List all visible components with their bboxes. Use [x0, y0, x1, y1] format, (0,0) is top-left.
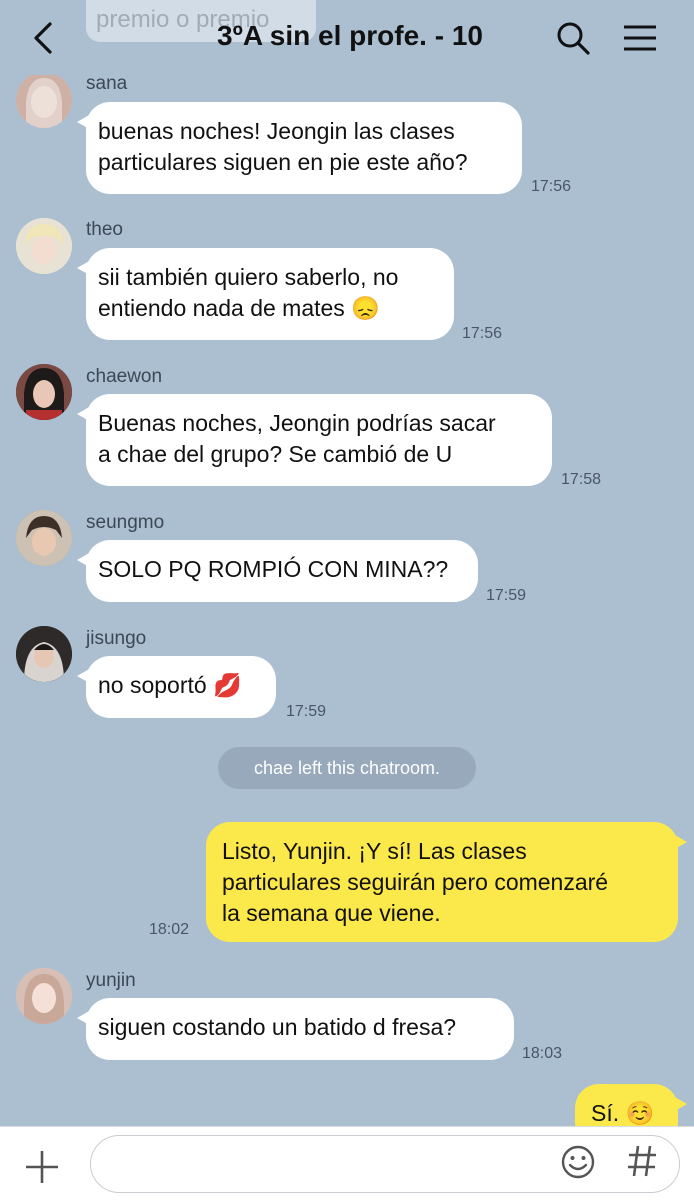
avatar[interactable]: [16, 510, 72, 566]
message-bubble[interactable]: sii también quiero saberlo, no entiendo …: [77, 248, 454, 340]
message-bubble[interactable]: siguen costando un batido d fresa?: [77, 998, 514, 1060]
sender-name: sana: [86, 73, 128, 94]
chat-header: premio o premio 3ºA sin el profe. - 10: [0, 0, 694, 75]
avatar[interactable]: [16, 72, 72, 128]
hamburger-icon: [624, 25, 656, 51]
message-time: 17:59: [286, 703, 327, 720]
message-bubble[interactable]: buenas noches! Jeongin las clases partic…: [77, 102, 522, 194]
search-button[interactable]: [553, 18, 593, 58]
sender-name: seungmo: [86, 512, 165, 533]
avatar[interactable]: [16, 364, 72, 420]
sender-name: yunjin: [86, 970, 136, 991]
chevron-left-icon: [34, 22, 52, 54]
avatar[interactable]: [16, 626, 72, 682]
sender-name: chaewon: [86, 366, 163, 387]
message-time: 18:03: [522, 1045, 563, 1062]
sender-name: theo: [86, 219, 123, 240]
plus-icon: [26, 1151, 58, 1183]
my-message-bubble[interactable]: Listo, Yunjin. ¡Y sí! Las clases particu…: [206, 822, 687, 942]
menu-button[interactable]: [620, 18, 660, 58]
emoji-button[interactable]: [560, 1144, 596, 1180]
message-bubble[interactable]: Buenas noches, Jeongin podrías sacar a c…: [77, 394, 552, 486]
message-bubble[interactable]: SOLO PQ ROMPIÓ CON MINA??: [77, 540, 478, 602]
message-time: 17:59: [486, 587, 527, 604]
system-notice: chae left this chatroom.: [218, 747, 476, 789]
message-time: 17:56: [531, 178, 572, 195]
chat-title: 3ºA sin el profe. - 10: [217, 20, 483, 51]
sender-name: jisungo: [86, 628, 147, 649]
message-bubble[interactable]: no soportó 💋: [77, 656, 276, 718]
avatar[interactable]: [16, 968, 72, 1024]
message-time: 17:58: [561, 471, 602, 488]
search-icon: [557, 22, 590, 55]
message-time: 17:56: [462, 325, 503, 342]
message-time: 18:02: [149, 921, 190, 938]
hashtag-icon: [628, 1145, 656, 1177]
attach-button[interactable]: [22, 1147, 62, 1187]
smiley-icon: [561, 1145, 595, 1179]
avatar[interactable]: [16, 218, 72, 274]
hashtag-button[interactable]: [624, 1142, 660, 1180]
back-button[interactable]: [26, 18, 62, 58]
